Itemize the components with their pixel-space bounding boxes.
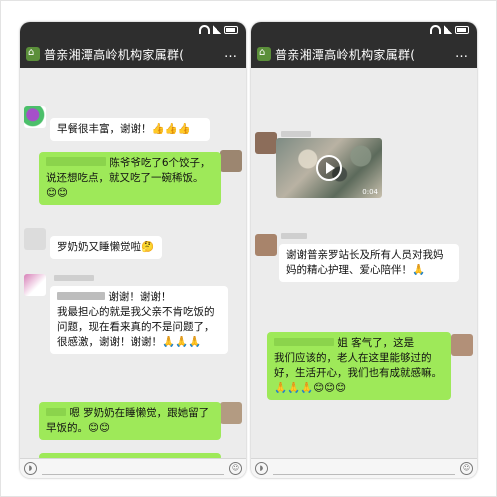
- chat-header: 普亲湘潭高岭机构家属群( …: [20, 40, 246, 68]
- group-icon: [26, 47, 40, 61]
- message-bubble: 早餐很丰富，谢谢！👍👍👍: [50, 118, 210, 141]
- chat-title: 普亲湘潭高岭机构家属群(: [275, 47, 416, 62]
- sender-name: [54, 274, 94, 283]
- message-list: 0:04 谢谢普亲罗站长及所有人员对我妈妈的精心护理、爱心陪伴！🙏 姐 客气了，…: [251, 68, 477, 458]
- message-bubble: 谢谢普亲罗站长及所有人员对我妈妈的精心护理、爱心陪伴！🙏: [279, 244, 459, 282]
- more-icon[interactable]: …: [455, 46, 469, 61]
- avatar[interactable]: [220, 150, 242, 172]
- redacted-text: [274, 338, 334, 346]
- status-bar: [251, 22, 477, 40]
- message-bubble: 谢谢！谢谢！ 我最担心的就是我父亲不肯吃饭的问题，现在看来真的不是问题了，很感激…: [50, 286, 228, 354]
- wifi-icon: [199, 25, 210, 34]
- redacted-text: [46, 408, 66, 416]
- left-phone-screenshot: 普亲湘潭高岭机构家属群( … 早餐很丰富，谢谢！👍👍👍 陈爷爷吃了6个饺子，说还…: [20, 22, 246, 478]
- avatar[interactable]: [255, 234, 277, 256]
- emoji-icon[interactable]: ☺: [229, 462, 242, 475]
- avatar[interactable]: [24, 274, 46, 296]
- message-list: 早餐很丰富，谢谢！👍👍👍 陈爷爷吃了6个饺子，说还想吃点，就又吃了一碗稀饭。😊😊…: [20, 68, 246, 461]
- avatar[interactable]: [451, 334, 473, 356]
- avatar[interactable]: [220, 402, 242, 424]
- message-bubble: 嗯 罗奶奶在睡懒觉，跟她留了早饭的。😊😊: [39, 402, 221, 440]
- message-bubble: 陈爷爷吃了6个饺子，说还想吃点，就又吃了一碗稀饭。😊😊: [39, 152, 221, 205]
- battery-icon: [455, 25, 469, 34]
- chat-header: 普亲湘潭高岭机构家属群( …: [251, 40, 477, 68]
- more-icon[interactable]: …: [224, 46, 238, 61]
- chat-title: 普亲湘潭高岭机构家属群(: [44, 47, 185, 62]
- redacted-text: [57, 292, 105, 300]
- signal-icon: [213, 25, 221, 34]
- voice-icon[interactable]: ◗: [255, 462, 268, 475]
- message-bubble: 罗奶奶又睡懒觉啦🤔: [50, 236, 162, 259]
- message-input[interactable]: [273, 462, 455, 475]
- right-phone-screenshot: 普亲湘潭高岭机构家属群( … 0:04 谢谢普亲罗站长及所有人员对我妈妈的精心护…: [251, 22, 477, 478]
- redacted-text: [46, 157, 106, 166]
- avatar[interactable]: [255, 132, 277, 154]
- video-message[interactable]: 0:04: [276, 138, 382, 198]
- input-bar: ◗ ☺: [251, 458, 477, 478]
- status-bar: [20, 22, 246, 40]
- avatar[interactable]: [24, 228, 46, 250]
- message-bubble: 姐 客气了，这是 我们应该的，老人在这里能够过的好，生活开心，我们也有成就感嘛。…: [267, 332, 451, 400]
- wifi-icon: [430, 25, 441, 34]
- message-input[interactable]: [42, 462, 224, 475]
- video-duration: 0:04: [362, 188, 378, 196]
- voice-icon[interactable]: ◗: [24, 462, 37, 475]
- avatar[interactable]: [24, 106, 46, 128]
- signal-icon: [444, 25, 452, 34]
- play-icon[interactable]: [316, 155, 342, 181]
- emoji-icon[interactable]: ☺: [460, 462, 473, 475]
- input-bar: ◗ ☺: [20, 458, 246, 478]
- sender-name: [281, 232, 307, 241]
- battery-icon: [224, 25, 238, 34]
- group-icon: [257, 47, 271, 61]
